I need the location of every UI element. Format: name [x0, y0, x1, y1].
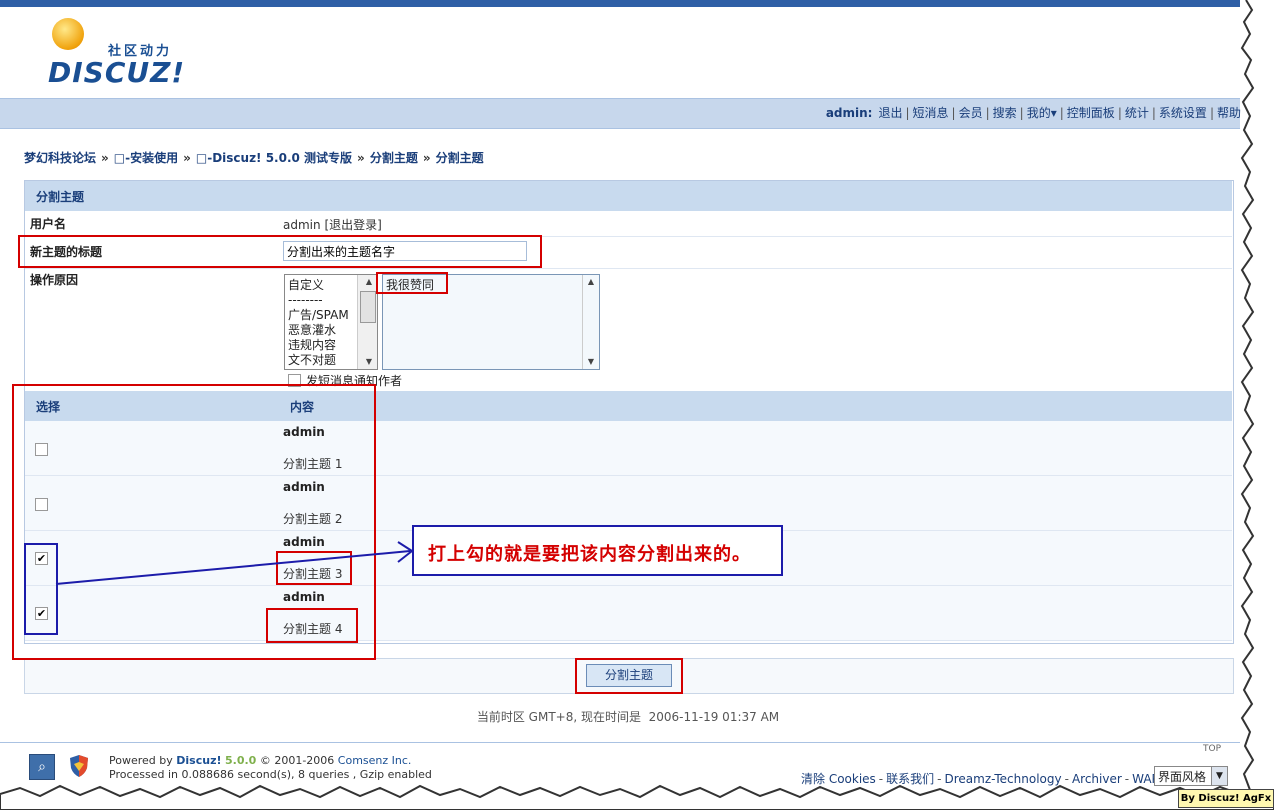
annotation-arrow	[55, 541, 414, 585]
annotation-callout-text: 打上勾的就是要把该内容分割出来的。	[428, 544, 751, 565]
torn-edge-bottom	[0, 784, 1274, 810]
watermark-badge: By Discuz! AgFx	[1178, 789, 1274, 808]
torn-edge-right	[1240, 0, 1274, 810]
